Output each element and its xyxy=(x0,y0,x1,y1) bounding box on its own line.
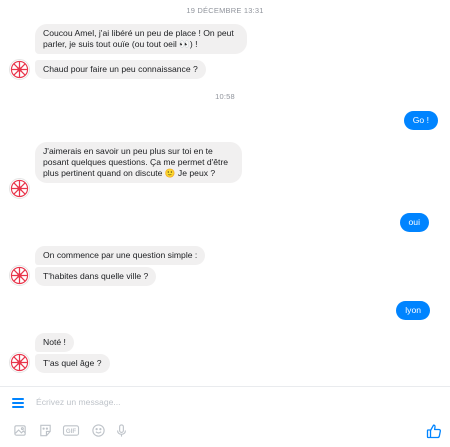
bot-avatar-icon xyxy=(9,59,30,80)
sticker-icon[interactable] xyxy=(38,423,53,438)
bot-message: J'aimerais en savoir un peu plus sur toi… xyxy=(35,142,242,183)
emoji-icon[interactable] xyxy=(91,423,106,438)
bot-message: Chaud pour faire un peu connaissance ? xyxy=(35,60,206,79)
composer: Écrivez un message... GIF xyxy=(0,386,450,447)
user-message: lyon xyxy=(396,301,430,320)
user-message: oui xyxy=(399,213,429,232)
bot-message: T'as quel âge ? xyxy=(35,354,110,373)
menu-icon[interactable] xyxy=(12,398,24,408)
bot-message: Coucou Amel, j'ai libéré un peu de place… xyxy=(35,24,247,54)
gif-icon[interactable]: GIF xyxy=(62,423,80,438)
thumbs-up-icon[interactable] xyxy=(426,423,442,439)
bot-avatar-icon xyxy=(9,265,30,286)
bot-message: T'habites dans quelle ville ? xyxy=(35,267,157,286)
timestamp: 10:58 xyxy=(215,92,235,101)
user-message: Go ! xyxy=(403,111,438,130)
bot-avatar-icon xyxy=(9,178,30,199)
bot-message: Noté ! xyxy=(35,333,74,352)
gif-label: GIF xyxy=(66,428,76,435)
bot-message: On commence par une question simple : xyxy=(35,246,206,265)
timestamp: 19 DÉCEMBRE 13:31 xyxy=(186,6,264,15)
message-input[interactable]: Écrivez un message... xyxy=(36,397,121,407)
microphone-icon[interactable] xyxy=(114,423,129,438)
bot-avatar-icon xyxy=(9,352,30,373)
image-icon[interactable] xyxy=(13,423,28,438)
